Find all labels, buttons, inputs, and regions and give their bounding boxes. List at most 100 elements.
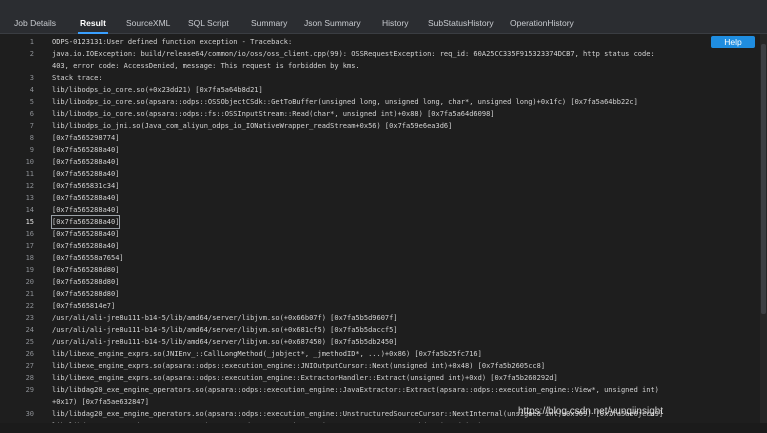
code-line: 27 lib/libexe_engine_exprs.so(apsara::odp… [0, 360, 760, 372]
code-line: 7 lib/libodps_io_jni.so(Java_com_aliyun_o… [0, 120, 760, 132]
code-line: 19 [0x7fa565288d80] [0, 264, 760, 276]
code-text: [0x7fa565298774] [52, 134, 120, 142]
code-line: 8 [0x7fa565298774] [0, 132, 760, 144]
tab-summary[interactable]: Summary [243, 12, 295, 34]
line-number: 21 [25, 290, 34, 298]
line-number: 25 [25, 338, 34, 346]
line-number: 27 [25, 362, 34, 370]
tab-job-details[interactable]: Job Details [6, 12, 64, 34]
code-text: +0x17) [0x7fa5ae632847] [52, 398, 149, 406]
line-number: 4 [29, 86, 34, 94]
code-text: [0x7fa565288a40] [52, 158, 120, 166]
code-line: 12 [0x7fa565831c34] [0, 180, 760, 192]
code-text: [0x7fa565288a40] [52, 194, 120, 202]
code-text: [0x7fa565831c34] [52, 182, 120, 190]
tab-substatushistory[interactable]: SubStatusHistory [420, 12, 502, 34]
line-number: 8 [29, 134, 34, 142]
code-text: 403, error code: AccessDenied, message: … [52, 62, 360, 70]
line-number: 11 [25, 170, 34, 178]
code-text: [0x7fa565814e7] [52, 302, 116, 310]
code-line: 10 [0x7fa565288a40] [0, 156, 760, 168]
code-line: 2 java.io.IOException: build/release64/co… [0, 48, 760, 60]
tab-sourcexml[interactable]: SourceXML [118, 12, 178, 34]
code-text: ODPS-0123131:User defined function excep… [52, 38, 293, 46]
code-text: [0x7fa565288d80] [52, 290, 120, 298]
result-editor[interactable]: 1 ODPS-0123131:User defined function exce… [0, 34, 767, 433]
code-line: 4 lib/libodps_io_core.so(+0x23dd21) [0x7f… [0, 84, 760, 96]
line-number: 9 [29, 146, 34, 154]
code-line: 21 [0x7fa565288d80] [0, 288, 760, 300]
code-text: lib/libodps_io_core.so(apsara::odps::OSS… [52, 98, 638, 106]
code-text: lib/libodps_io_jni.so(Java_com_aliyun_od… [52, 122, 453, 130]
tab-json-summary[interactable]: Json Summary [296, 12, 369, 34]
code-text: Stack trace: [52, 74, 103, 82]
code-line: 5 lib/libodps_io_core.so(apsara::odps::OS… [0, 96, 760, 108]
help-button[interactable]: Help [711, 36, 755, 48]
code-text: [0x7fa56558a7654] [52, 254, 124, 262]
code-text: [0x7fa565288d80] [52, 266, 120, 274]
line-number: 23 [25, 314, 34, 322]
line-number: 3 [29, 74, 34, 82]
code-text: [0x7fa565288a40] [52, 170, 120, 178]
code-text: [0x7fa565288a40] [52, 206, 120, 214]
code-line: 25/usr/ali/ali-jre8u111-b14-5/lib/amd64/… [0, 336, 760, 348]
code-line: 15 [0x7fa565288a40] [0, 215, 760, 229]
code-line: 14 [0x7fa565288a40] [0, 204, 760, 216]
code-line: 22 [0x7fa565814e7] [0, 300, 760, 312]
tab-bar: Job Details Result SourceXML SQL Script Summ… [0, 0, 767, 34]
line-number: 26 [25, 350, 34, 358]
tab-history[interactable]: History [374, 12, 416, 34]
code-text: lib/libodps_io_core.so(+0x23dd21) [0x7fa… [52, 86, 263, 94]
code-line: 1 ODPS-0123131:User defined function exce… [0, 36, 760, 48]
line-number: 18 [25, 254, 34, 262]
line-number: 30 [25, 410, 34, 418]
code-line: 9 [0x7fa565288a40] [0, 144, 760, 156]
line-number: 15 [25, 218, 34, 226]
tab-operationhistory[interactable]: OperationHistory [502, 12, 582, 34]
line-number: 7 [29, 122, 34, 130]
code-text: [0x7fa565288a40] [52, 146, 120, 154]
code-line: 11 [0x7fa565288a40] [0, 168, 760, 180]
code-line: 403, error code: AccessDenied, message: … [0, 60, 760, 72]
line-number: 1 [29, 38, 34, 46]
line-number: 16 [25, 230, 34, 238]
line-number: 22 [25, 302, 34, 310]
line-number: 13 [25, 194, 34, 202]
code-line: 26 lib/libexe_engine_exprs.so(JNIEnv_::Ca… [0, 348, 760, 360]
line-number: 28 [25, 374, 34, 382]
line-number: 5 [29, 98, 34, 106]
line-number: 24 [25, 326, 34, 334]
line-number: 10 [25, 158, 34, 166]
code-text: lib/libexe_engine_exprs.so(apsara::odps:… [52, 362, 546, 370]
line-number: 2 [29, 50, 34, 58]
code-line: 13 [0x7fa565288a40] [0, 192, 760, 204]
vertical-scrollbar[interactable] [760, 34, 767, 433]
code-line: 28 lib/libexe_engine_exprs.so(apsara::odp… [0, 372, 760, 384]
code-text: [0x7fa565288d80] [52, 278, 120, 286]
code-text: [0x7fa565288a40] [52, 230, 120, 238]
code-line: 23/usr/ali/ali-jre8u111-b14-5/lib/amd64/… [0, 312, 760, 324]
code-text: lib/libexe_engine_exprs.so(JNIEnv_::Call… [52, 350, 482, 358]
code-line: 20 [0x7fa565288d80] [0, 276, 760, 288]
code-line: 24/usr/ali/ali-jre8u111-b14-5/lib/amd64/… [0, 324, 760, 336]
code-text: [0x7fa565288a40] [50, 215, 121, 229]
watermark-text: https://blog.csdn.net/yunqiinsight [518, 406, 664, 417]
code-text: /usr/ali/ali-jre8u111-b14-5/lib/amd64/se… [52, 326, 398, 334]
code-text: /usr/ali/ali-jre8u111-b14-5/lib/amd64/se… [52, 338, 398, 346]
code-line: 29 lib/libdag20_exe_engine_operators.so(a… [0, 384, 760, 396]
line-number: 12 [25, 182, 34, 190]
code-line: 3 Stack trace: [0, 72, 760, 84]
line-number: 29 [25, 386, 34, 394]
tab-sql-script[interactable]: SQL Script [180, 12, 237, 34]
scrollbar-thumb[interactable] [761, 44, 766, 314]
code-line: 6 lib/libodps_io_core.so(apsara::odps::fs… [0, 108, 760, 120]
tab-result[interactable]: Result [72, 12, 114, 34]
code-text: lib/libodps_io_core.so(apsara::odps::fs:… [52, 110, 495, 118]
line-number: 19 [25, 266, 34, 274]
line-number: 6 [29, 110, 34, 118]
code-line: 18 [0x7fa56558a7654] [0, 252, 760, 264]
line-number: 17 [25, 242, 34, 250]
code-text: /usr/ali/ali-jre8u111-b14-5/lib/amd64/se… [52, 314, 398, 322]
line-number: 20 [25, 278, 34, 286]
bottom-strip [0, 423, 767, 433]
